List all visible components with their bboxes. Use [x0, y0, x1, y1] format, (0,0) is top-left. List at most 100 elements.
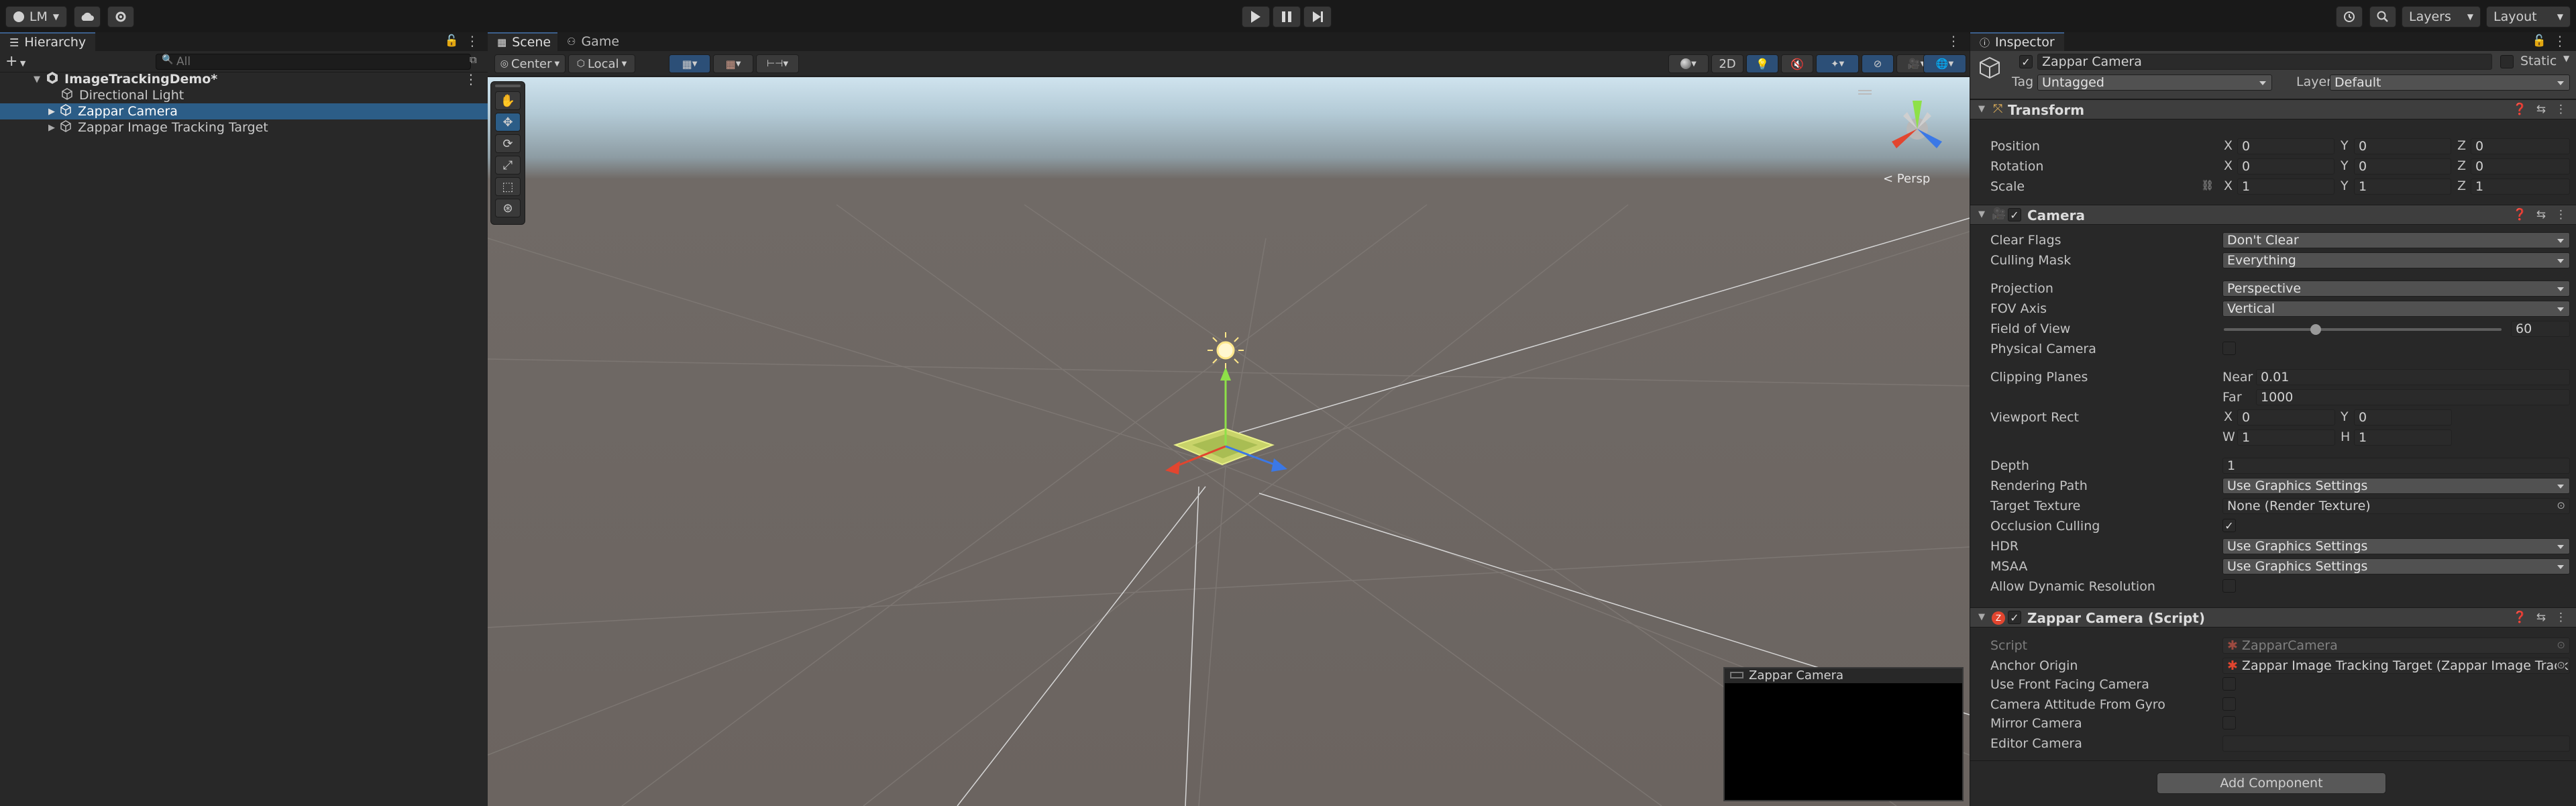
more-options-icon[interactable]: ⋮	[464, 71, 478, 87]
play-button[interactable]	[1242, 6, 1270, 28]
near-field[interactable]: 0.01	[2256, 369, 2570, 385]
script-component-header[interactable]: ▼ Z ✓ Zappar Camera (Script) ❓ ⇆ ⋮	[1970, 607, 2576, 627]
occlusion-culling-checkbox[interactable]: ✓	[2222, 519, 2236, 532]
dynamic-resolution-checkbox[interactable]	[2222, 579, 2236, 593]
viewport-w-field[interactable]: 1	[2237, 430, 2335, 446]
mirror-camera-checkbox[interactable]	[2222, 716, 2236, 729]
collab-button[interactable]	[107, 6, 134, 28]
expand-arrow-icon[interactable]: ▶	[48, 107, 55, 117]
script-enabled-checkbox[interactable]: ✓	[2008, 611, 2021, 624]
tag-dropdown[interactable]: Untagged	[2037, 74, 2272, 91]
list-item[interactable]: ▶ Zappar Image Tracking Target	[0, 119, 488, 136]
editor-camera-field[interactable]	[2222, 736, 2570, 752]
depth-field[interactable]: 1	[2222, 458, 2570, 474]
snap-increment-button[interactable]: ▦ ▼	[713, 54, 753, 73]
fov-axis-dropdown[interactable]: Vertical	[2222, 301, 2570, 317]
expand-arrow-icon[interactable]: ▼	[1978, 209, 1985, 219]
scale-z-field[interactable]: 1	[2471, 179, 2570, 195]
search-input[interactable]	[176, 54, 445, 69]
projection-dropdown[interactable]: Perspective	[2222, 281, 2570, 297]
create-button[interactable]: + ▼	[5, 53, 25, 70]
gyro-checkbox[interactable]	[2222, 697, 2236, 711]
hierarchy-search[interactable]: 🔍	[156, 54, 471, 70]
pivot-center-dropdown[interactable]: ◎ Center ▼	[494, 54, 566, 73]
static-checkbox[interactable]	[2500, 55, 2514, 68]
tab-inspector[interactable]: ⓘ Inspector	[1970, 32, 2064, 51]
audio-toggle[interactable]: 🔇	[1781, 54, 1813, 73]
expand-arrow-icon[interactable]: ▶	[48, 123, 55, 133]
draw-mode-dropdown[interactable]: ▼	[1668, 54, 1709, 73]
more-options-icon[interactable]: ⋮	[466, 33, 479, 49]
lock-icon[interactable]: 🔓	[2532, 34, 2546, 48]
fov-slider-knob[interactable]	[2310, 324, 2321, 335]
preset-icon[interactable]: ⇆	[2536, 611, 2546, 624]
cloud-button[interactable]	[74, 6, 101, 28]
grid-snap-toggle[interactable]: ▦ ▼	[669, 54, 710, 73]
active-checkbox[interactable]: ✓	[2019, 55, 2033, 68]
layout-dropdown[interactable]: Layout ▼	[2486, 6, 2571, 28]
drag-handle[interactable]	[495, 85, 521, 87]
position-y-field[interactable]: 0	[2354, 138, 2451, 154]
filter-icon[interactable]: ⧉	[470, 54, 477, 66]
more-options-icon[interactable]: ⋮	[1947, 33, 1960, 49]
space-local-dropdown[interactable]: ⬡ Local ▼	[568, 54, 635, 73]
object-picker-icon[interactable]: ⊙	[2557, 659, 2565, 671]
anchor-origin-field[interactable]: ✱ Zappar Image Tracking Target (Zappar I…	[2222, 658, 2570, 674]
help-icon[interactable]: ❓	[2513, 611, 2527, 624]
tab-scene[interactable]: ▦ Scene	[488, 32, 557, 51]
target-texture-field[interactable]: None (Render Texture) ⊙	[2222, 498, 2570, 514]
account-dropdown[interactable]: LM ▼	[5, 6, 67, 28]
search-button[interactable]	[2369, 6, 2396, 28]
perspective-label[interactable]: < Persp	[1883, 172, 1930, 186]
lighting-toggle[interactable]: 💡	[1746, 54, 1778, 73]
help-icon[interactable]: ❓	[2513, 208, 2527, 221]
history-button[interactable]	[2336, 6, 2363, 28]
more-options-icon[interactable]: ⋮	[2555, 208, 2567, 221]
more-options-icon[interactable]: ⋮	[2553, 33, 2567, 49]
preset-icon[interactable]: ⇆	[2536, 208, 2546, 221]
list-item[interactable]: Directional Light	[0, 87, 488, 103]
step-button[interactable]	[1303, 6, 1332, 28]
add-component-button[interactable]: Add Component	[2157, 772, 2386, 794]
clear-flags-dropdown[interactable]: Don't Clear	[2222, 232, 2570, 248]
scene-root-row[interactable]: ▼ ImageTrackingDemo* ⋮	[0, 71, 488, 87]
mode-2d-toggle[interactable]: 2D	[1711, 54, 1743, 73]
scale-y-field[interactable]: 1	[2354, 179, 2451, 195]
pause-button[interactable]	[1273, 6, 1301, 28]
expand-arrow-icon[interactable]: ▼	[1978, 612, 1985, 622]
ruler-button[interactable]: ⊢⊣ ▼	[756, 54, 799, 73]
camera-enabled-checkbox[interactable]: ✓	[2008, 208, 2021, 221]
rect-tool[interactable]: ⬚	[495, 177, 521, 196]
hdr-dropdown[interactable]: Use Graphics Settings	[2222, 538, 2570, 554]
expand-arrow-icon[interactable]: ▼	[34, 74, 40, 85]
fov-slider[interactable]	[2224, 324, 2502, 335]
rotate-tool[interactable]: ⟳	[495, 134, 521, 153]
rotation-y-field[interactable]: 0	[2354, 158, 2451, 174]
more-options-icon[interactable]: ⋮	[2555, 611, 2567, 624]
rotation-z-field[interactable]: 0	[2471, 158, 2570, 174]
transform-tool[interactable]: ⊛	[495, 199, 521, 217]
transform-header[interactable]: ▼ ⤧ Transform ❓ ⇆ ⋮	[1970, 99, 2576, 119]
hidden-objects-toggle[interactable]: ⊘	[1862, 54, 1894, 73]
effects-dropdown[interactable]: ✦ ▼	[1816, 54, 1859, 73]
scene-viewport[interactable]: < Persp ✋ ✥ ⟳ ⤢ ⬚ ⊛ Zappar Camera	[488, 77, 1970, 806]
position-z-field[interactable]: 0	[2471, 138, 2570, 154]
move-tool[interactable]: ✥	[495, 113, 521, 132]
fov-field[interactable]: 60	[2511, 321, 2570, 337]
msaa-dropdown[interactable]: Use Graphics Settings	[2222, 558, 2570, 574]
layers-dropdown[interactable]: Layers ▼	[2402, 6, 2481, 28]
list-item[interactable]: ▶ Zappar Camera	[0, 103, 488, 119]
physical-camera-checkbox[interactable]	[2222, 342, 2236, 355]
tab-game[interactable]: ⚇ Game	[557, 32, 629, 51]
viewport-h-field[interactable]: 1	[2354, 430, 2452, 446]
tab-hierarchy[interactable]: ☰ Hierarchy	[0, 32, 96, 51]
camera-component-header[interactable]: ▼ 🎥 ✓ Camera ❓ ⇆ ⋮	[1970, 205, 2576, 225]
object-name-field[interactable]	[2037, 54, 2492, 70]
culling-mask-dropdown[interactable]: Everything	[2222, 252, 2570, 268]
rendering-path-dropdown[interactable]: Use Graphics Settings	[2222, 478, 2570, 494]
gizmos-dropdown[interactable]: 🌐 ▼	[1923, 54, 1966, 73]
chevron-down-icon[interactable]: ▼	[2563, 54, 2569, 63]
scale-tool[interactable]: ⤢	[495, 156, 521, 174]
expand-arrow-icon[interactable]: ▼	[1978, 104, 1985, 114]
far-field[interactable]: 1000	[2256, 389, 2570, 405]
